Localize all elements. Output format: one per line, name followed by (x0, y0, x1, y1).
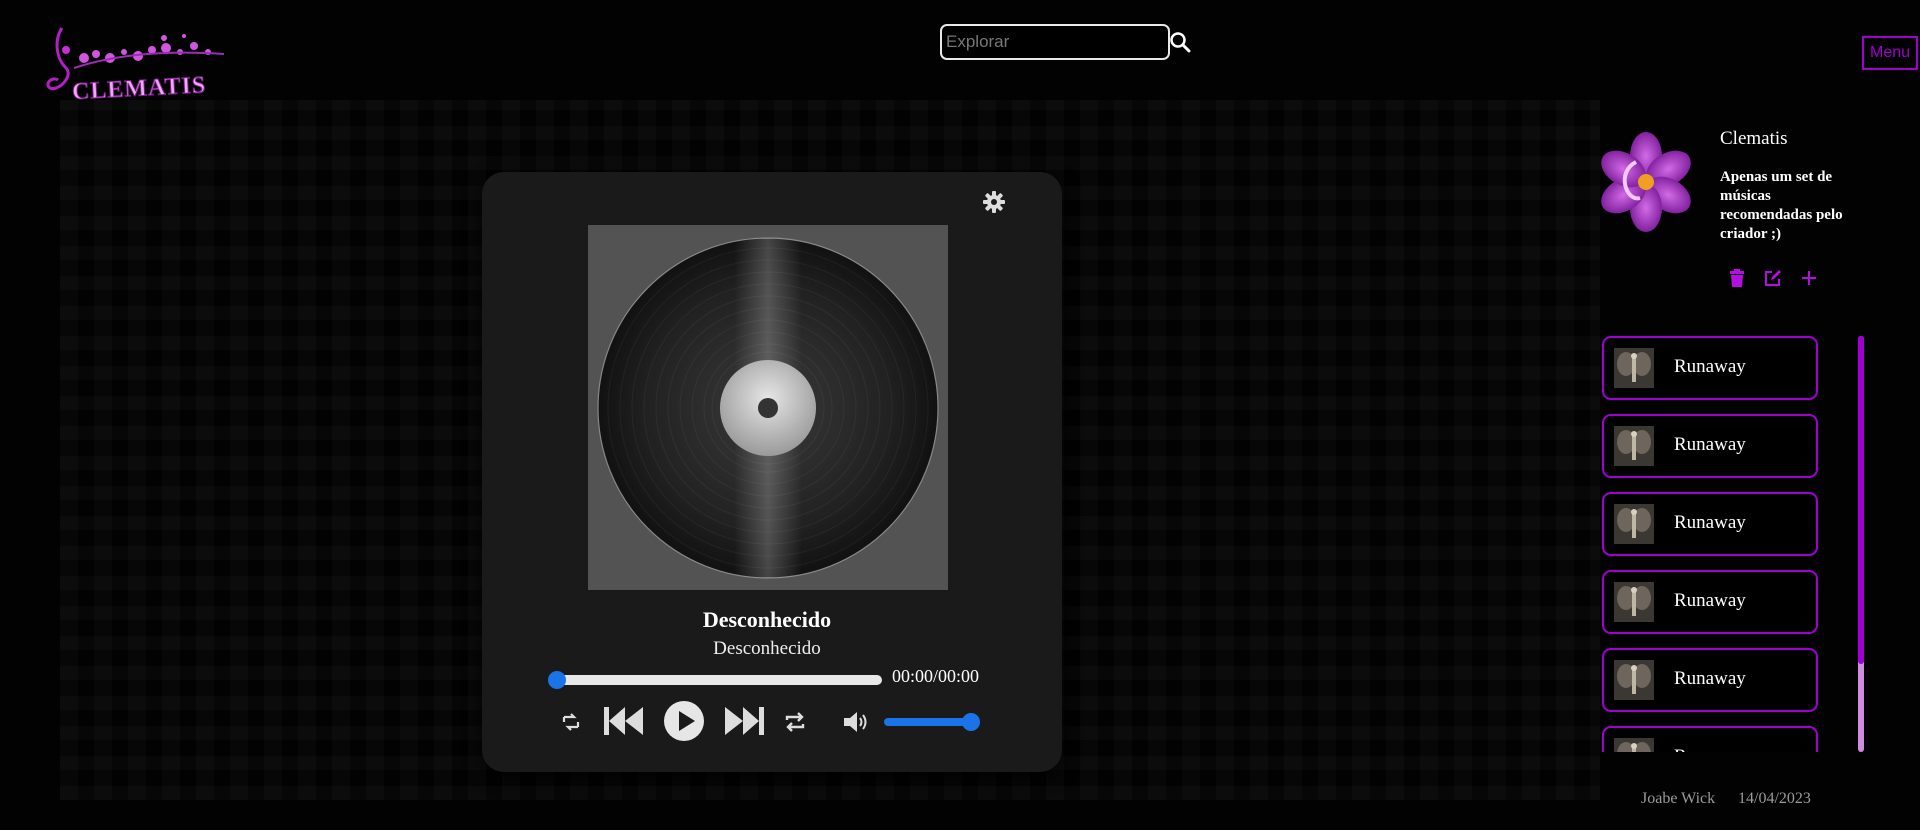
song-title: Runaway (1674, 746, 1746, 752)
song-item[interactable]: Runaway (1602, 336, 1818, 400)
logo-text: CLEMATIS (71, 72, 206, 105)
song-item[interactable]: Runaway (1602, 414, 1818, 478)
search-input[interactable] (942, 31, 1169, 53)
song-title: Runaway (1674, 668, 1746, 689)
progress-bar[interactable] (548, 671, 882, 689)
song-cover (1614, 738, 1654, 752)
scrollbar-thumb[interactable] (1858, 336, 1864, 664)
previous-track-icon[interactable] (602, 703, 646, 739)
footer-date: 14/04/2023 (1738, 790, 1811, 807)
song-list-scrollbar[interactable] (1858, 336, 1864, 752)
volume-icon[interactable] (842, 709, 870, 735)
song-cover (1614, 504, 1654, 544)
search-icon[interactable] (1169, 29, 1191, 55)
progress-thumb[interactable] (548, 671, 566, 689)
song-cover (1614, 426, 1654, 466)
song-cover (1614, 348, 1654, 388)
song-cover (1614, 660, 1654, 700)
song-list[interactable]: Runaway Runaway Runaway Runaway Runaway Runaw… (1598, 336, 1862, 752)
song-title: Runaway (1674, 434, 1746, 455)
search-bar[interactable] (940, 24, 1191, 60)
album-cover (588, 225, 948, 590)
edit-icon[interactable] (1763, 268, 1783, 288)
track-artist: Desconhecido (713, 638, 821, 659)
footer-author: Joabe Wick (1641, 790, 1716, 807)
play-icon[interactable] (662, 699, 706, 743)
playlist-avatar (1596, 132, 1696, 232)
gear-icon[interactable] (982, 190, 1006, 214)
song-title: Runaway (1674, 590, 1746, 611)
volume-thumb[interactable] (962, 713, 980, 731)
song-item[interactable]: Runaway (1602, 570, 1818, 634)
next-track-icon[interactable] (722, 703, 766, 739)
song-title: Runaway (1674, 356, 1746, 377)
add-icon[interactable] (1799, 268, 1819, 288)
repeat-icon[interactable] (782, 709, 808, 735)
song-item[interactable]: Runaway (1602, 492, 1818, 556)
trash-icon[interactable] (1727, 268, 1747, 288)
playlist-name: Clematis (1720, 128, 1788, 149)
menu-button[interactable]: Menu (1862, 36, 1918, 70)
time-display: 00:00/00:00 (892, 666, 980, 686)
song-item[interactable]: Runaway (1602, 726, 1818, 752)
vinyl-record-icon (597, 236, 939, 579)
song-cover (1614, 582, 1654, 622)
music-player: Desconhecido Desconhecido 00:00/00:00 (482, 172, 1062, 772)
playlist-description: Apenas um set de músicas recomendadas pe… (1720, 169, 1843, 242)
volume-slider[interactable] (884, 713, 980, 731)
track-title: Desconhecido (702, 607, 832, 632)
clematis-logo[interactable]: CLEMATIS (44, 18, 230, 106)
shuffle-icon[interactable] (560, 711, 582, 733)
playlist-actions (1727, 268, 1819, 288)
song-title: Runaway (1674, 512, 1746, 533)
song-item[interactable]: Runaway (1602, 648, 1818, 712)
